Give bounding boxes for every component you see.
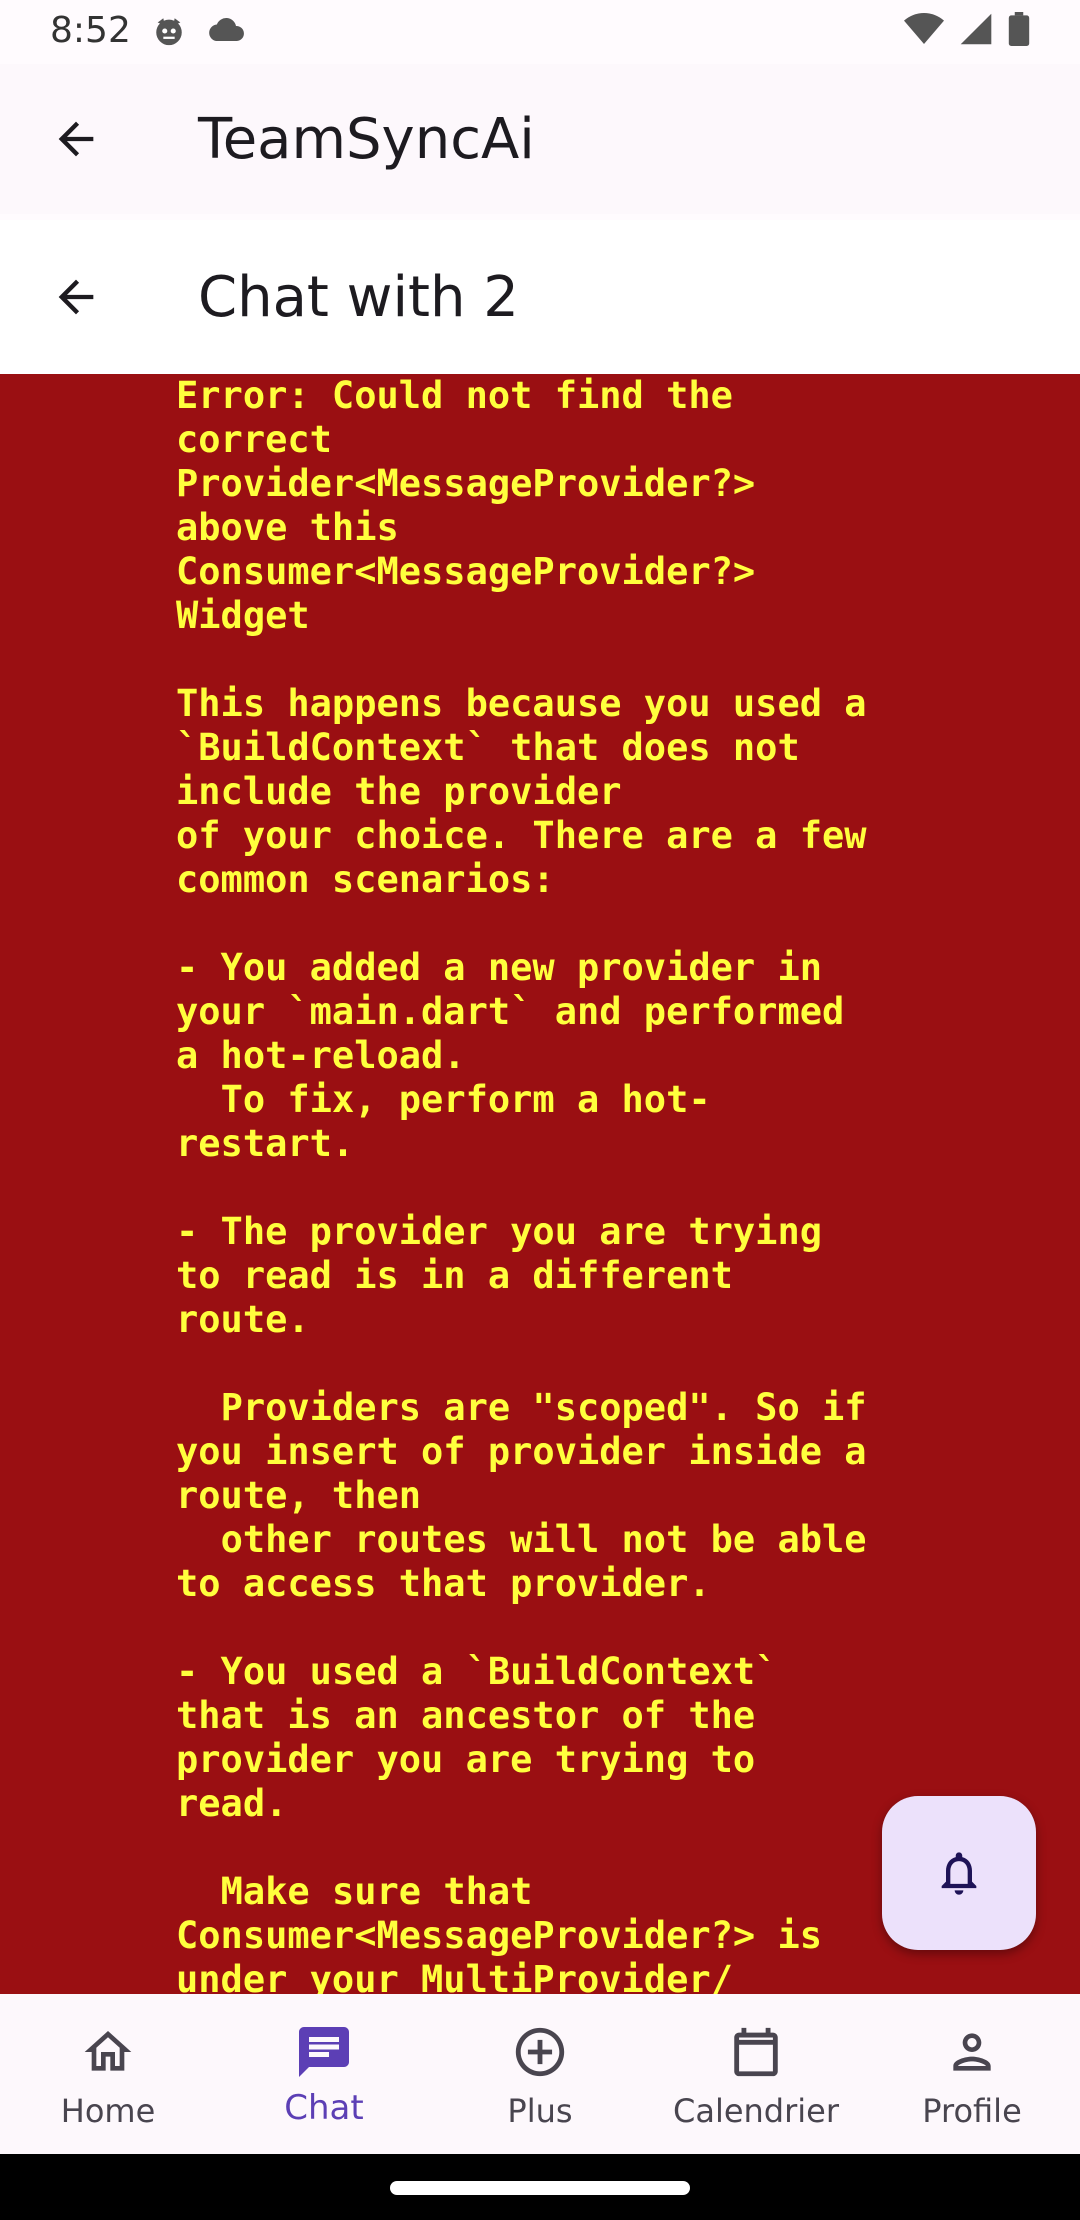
nav-calendar[interactable]: Calendrier <box>648 1994 864 2154</box>
system-gesture-bar <box>0 2154 1080 2220</box>
battery-icon <box>1008 12 1030 46</box>
back-button[interactable] <box>40 103 112 175</box>
nav-home[interactable]: Home <box>0 1994 216 2154</box>
bottom-navigation: Home Chat Plus Calendrier Profile <box>0 1994 1080 2154</box>
nav-profile[interactable]: Profile <box>864 1994 1080 2154</box>
chat-icon <box>299 2027 349 2077</box>
nav-plus[interactable]: Plus <box>432 1994 648 2154</box>
bell-icon <box>941 1852 977 1895</box>
cat-face-icon <box>156 18 182 46</box>
nav-chat-label: Chat <box>284 2088 364 2128</box>
arrow-back-icon <box>58 279 94 315</box>
status-time: 8:52 <box>50 10 131 51</box>
nav-home-label: Home <box>60 2092 156 2130</box>
cloud-icon <box>209 17 244 41</box>
chat-back-button[interactable] <box>40 261 112 333</box>
error-panel: Error: Could not find the correct Provid… <box>0 374 1080 1994</box>
wifi-icon <box>904 13 944 44</box>
notifications-fab[interactable] <box>882 1796 1036 1950</box>
add-circle-icon <box>515 2027 565 2077</box>
chat-title: Chat with 2 <box>198 264 519 330</box>
nav-plus-label: Plus <box>507 2092 573 2130</box>
status-bar: 8:52 <box>0 0 1080 64</box>
calendar-icon <box>734 2027 778 2077</box>
status-system-icons <box>904 12 1030 46</box>
nav-calendar-label: Calendrier <box>672 2092 839 2130</box>
app-title: TeamSyncAi <box>198 106 535 172</box>
arrow-back-icon <box>58 121 94 157</box>
home-gesture-handle[interactable] <box>390 2181 690 2195</box>
main-app-bar: TeamSyncAi <box>0 64 1080 214</box>
chat-app-bar: Chat with 2 <box>0 220 1080 374</box>
status-notification-icons <box>152 14 246 48</box>
home-icon <box>84 2031 132 2071</box>
signal-icon <box>960 13 992 45</box>
nav-chat[interactable]: Chat <box>216 1994 432 2154</box>
error-message: Error: Could not find the correct Provid… <box>176 374 867 1994</box>
nav-profile-label: Profile <box>922 2092 1022 2130</box>
person-icon <box>953 2033 991 2071</box>
